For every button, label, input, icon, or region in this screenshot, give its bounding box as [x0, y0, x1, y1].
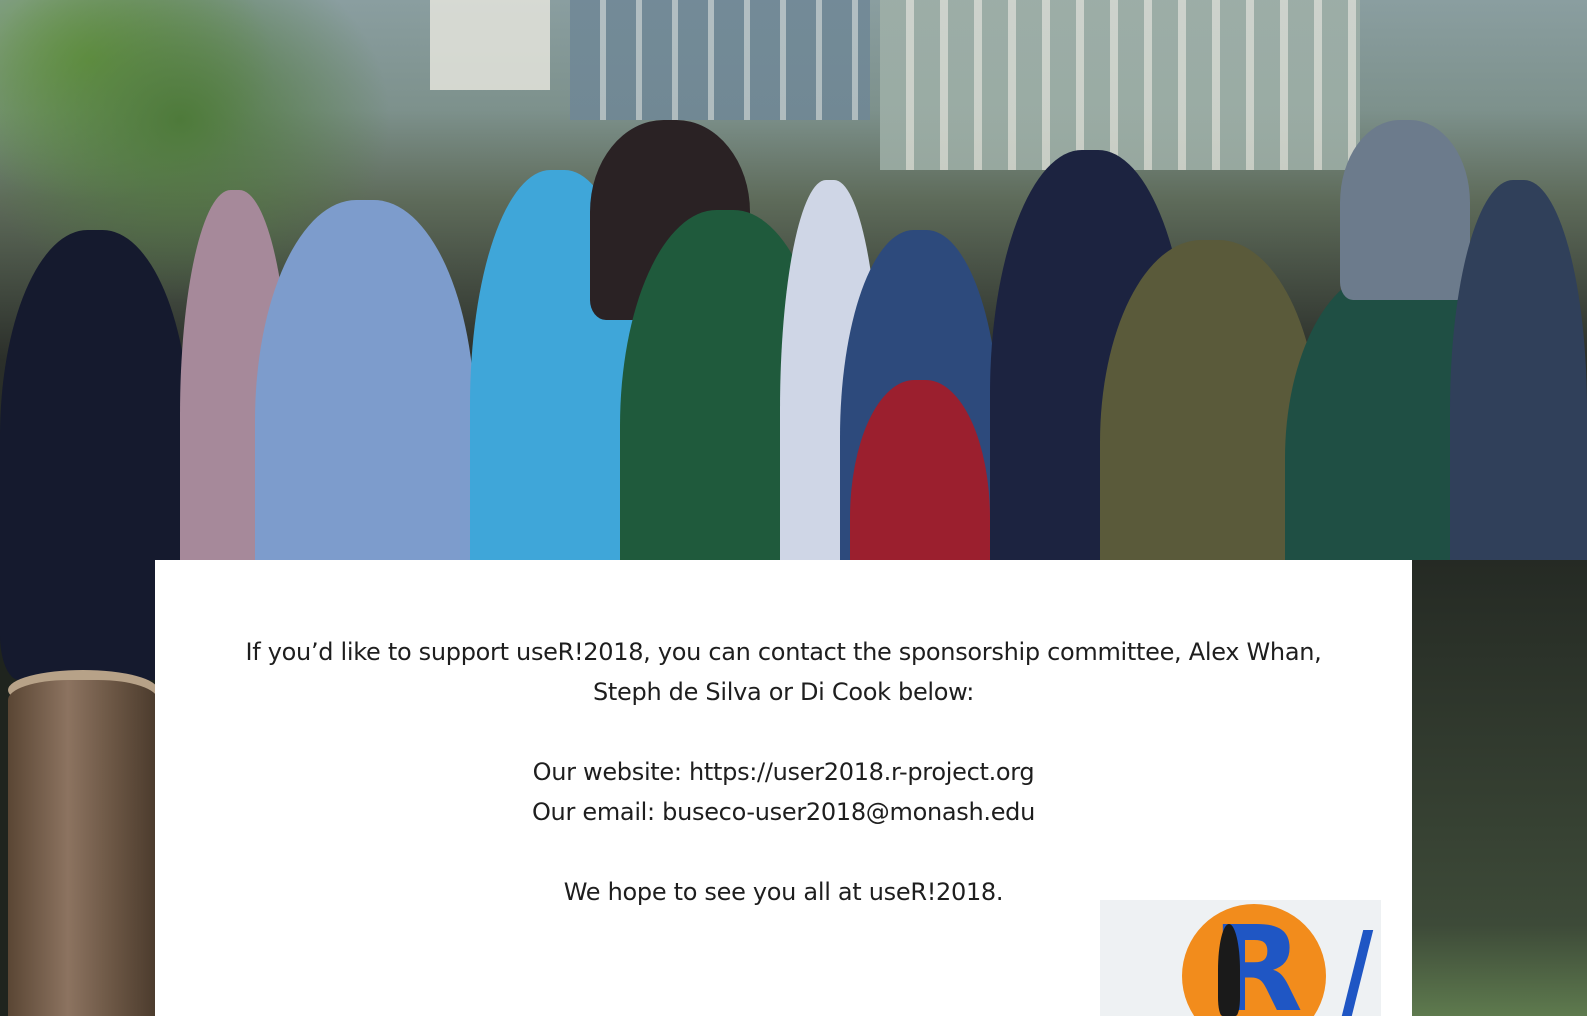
support-text-line-2: Steph de Silva or Di Cook below: [593, 678, 974, 706]
person [1340, 120, 1470, 300]
email-line: Our email: buseco-user2018@monash.edu [531, 798, 1036, 826]
tree-stump [8, 680, 158, 1016]
user2018-logo: R [1100, 900, 1381, 1016]
background-building [430, 0, 550, 90]
logo-exclamation-icon [1340, 930, 1374, 1016]
slide: If you’d like to support useR!2018, you … [0, 0, 1587, 1016]
website-line: Our website: https://user2018.r-project.… [532, 758, 1035, 786]
sponsorship-message: If you’d like to support useR!2018, you … [225, 632, 1342, 912]
background-ground [1412, 560, 1587, 1016]
support-text-line-1: If you’d like to support useR!2018, you … [245, 638, 1322, 666]
background-building [570, 0, 870, 120]
kangaroo-icon [1218, 924, 1240, 1016]
